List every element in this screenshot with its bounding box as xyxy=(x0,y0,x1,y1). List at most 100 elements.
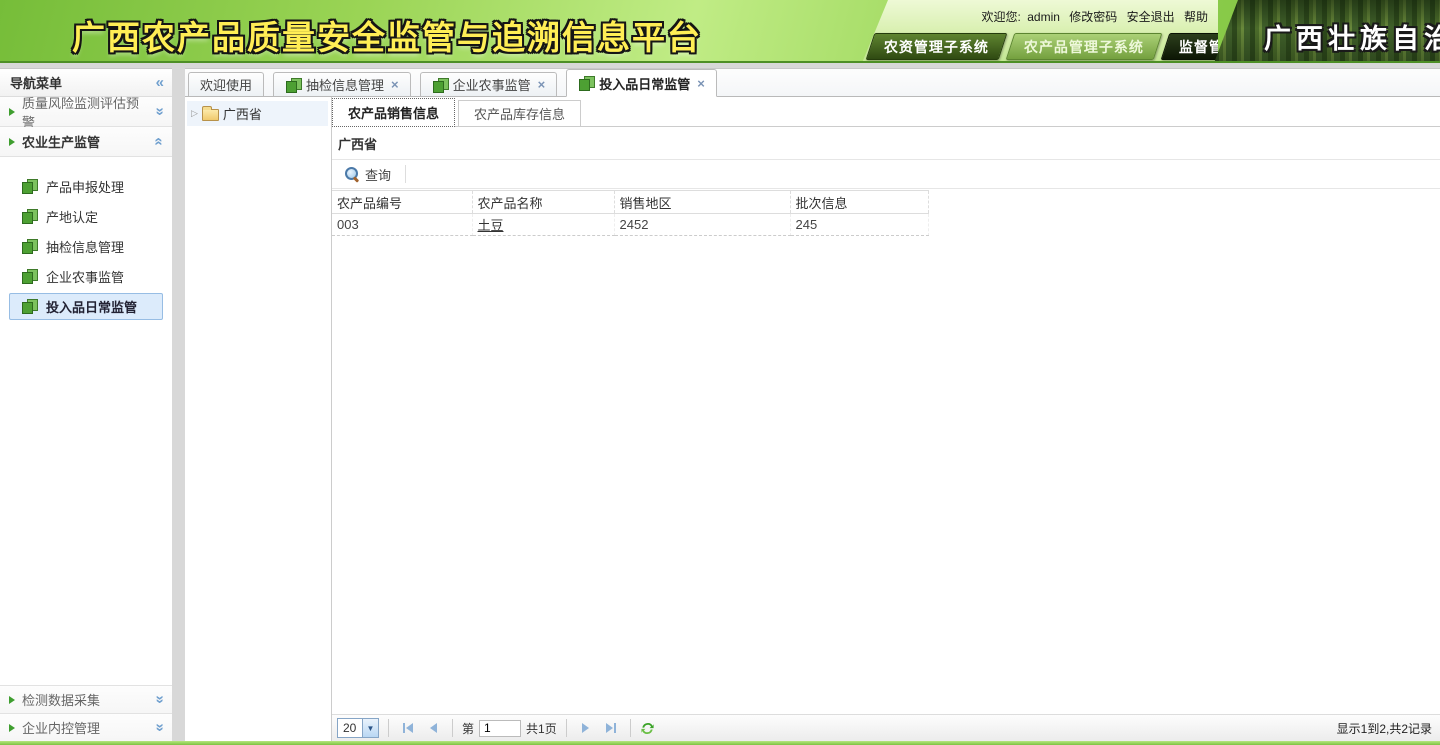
subtab-label: 农产品库存信息 xyxy=(474,104,565,123)
subsystem-label: 农产品管理子系统 xyxy=(1024,37,1144,57)
page-prefix-label: 第 xyxy=(462,720,474,737)
tree-node-label: 广西省 xyxy=(223,104,262,123)
subtab-stock-info[interactable]: 农产品库存信息 xyxy=(458,100,581,126)
sidebar-item-origin-certification[interactable]: 产地认定 xyxy=(9,203,163,230)
book-icon xyxy=(21,179,38,194)
help-link[interactable]: 帮助 xyxy=(1184,10,1208,24)
subsystem-label: 农资管理子系统 xyxy=(884,37,989,57)
pager-separator xyxy=(566,719,567,737)
username: admin xyxy=(1027,10,1060,24)
refresh-button[interactable] xyxy=(640,721,655,736)
logout-link[interactable]: 安全退出 xyxy=(1127,10,1175,24)
chevron-double-up-icon[interactable]: « xyxy=(151,137,166,145)
chevron-double-down-icon[interactable]: « xyxy=(151,695,166,703)
arrow-right-icon xyxy=(9,108,15,116)
first-page-icon xyxy=(403,723,405,733)
collapse-sidebar-icon[interactable]: « xyxy=(156,75,164,90)
pager-separator xyxy=(388,719,389,737)
column-header-code[interactable]: 农产品编号 xyxy=(332,191,472,214)
close-icon[interactable]: × xyxy=(538,77,546,92)
close-icon[interactable]: × xyxy=(391,77,399,92)
sidebar-item-label: 投入品日常监管 xyxy=(46,297,137,316)
triangle-left-icon xyxy=(430,723,437,733)
arrow-right-icon xyxy=(9,696,15,704)
main-tabbar: 欢迎使用 抽检信息管理 × 企业农事监管 × 投入品日常监管 × xyxy=(185,69,1440,97)
prev-page-button[interactable] xyxy=(423,718,443,738)
tab-label: 欢迎使用 xyxy=(200,75,252,94)
header-right-panel: 欢迎您: admin 修改密码 安全退出 帮助 农资管理子系统 农产品管理子系统… xyxy=(862,0,1218,63)
app-title: 广西农产品质量安全监管与追溯信息平台 xyxy=(72,11,702,59)
chevron-down-icon[interactable]: ▼ xyxy=(362,719,378,737)
column-header-area[interactable]: 销售地区 xyxy=(614,191,790,214)
toolbar-separator xyxy=(405,165,406,183)
chevron-double-down-icon[interactable]: « xyxy=(151,723,166,731)
arrow-right-icon xyxy=(9,138,15,146)
app-header: 广西农产品质量安全监管与追溯信息平台 欢迎您: admin 修改密码 安全退出 … xyxy=(0,0,1440,63)
cell-code: 003 xyxy=(332,214,472,236)
accordion-label: 农业生产监管 xyxy=(22,132,148,151)
folder-icon xyxy=(202,109,219,121)
book-icon xyxy=(578,76,594,90)
accordion-label: 质量风险监测评估预警 xyxy=(22,93,148,131)
page-number-input[interactable] xyxy=(479,720,521,737)
sidebar-menu-list: 产品申报处理 产地认定 抽检信息管理 企业农事监管 投入品日常监管 xyxy=(0,157,172,685)
refresh-icon xyxy=(640,721,655,736)
cell-area: 2452 xyxy=(614,214,790,236)
bottom-green-strip xyxy=(0,741,1440,745)
tree-expander-icon[interactable]: ▷ xyxy=(191,109,198,118)
product-name-link[interactable]: 土豆 xyxy=(478,218,504,233)
sidebar-splitter[interactable] xyxy=(172,68,185,741)
subsystem-nongchanpin-button[interactable]: 农产品管理子系统 xyxy=(1006,33,1163,60)
sidebar-item-input-supervision[interactable]: 投入品日常监管 xyxy=(9,293,163,320)
tab-label: 企业农事监管 xyxy=(453,75,531,94)
query-button-label: 查询 xyxy=(365,165,391,184)
detail-panel: 农产品销售信息 农产品库存信息 广西省 查询 农产品编号 xyxy=(331,97,1440,741)
tab-label: 抽检信息管理 xyxy=(306,75,384,94)
welcome-label: 欢迎您: xyxy=(982,10,1021,24)
last-page-button[interactable] xyxy=(601,718,621,738)
tree-node-guangxi[interactable]: ▷ 广西省 xyxy=(187,101,328,126)
next-page-button[interactable] xyxy=(576,718,596,738)
pager-separator xyxy=(452,719,453,737)
close-icon[interactable]: × xyxy=(697,76,705,91)
sidebar-item-product-declaration[interactable]: 产品申报处理 xyxy=(9,173,163,200)
region-banner-text: 广西壮族自治区 xyxy=(1264,17,1440,56)
tab-welcome[interactable]: 欢迎使用 xyxy=(188,72,264,96)
sidebar-item-label: 抽检信息管理 xyxy=(46,237,124,256)
triangle-left-icon xyxy=(406,723,413,733)
sidebar-item-label: 产地认定 xyxy=(46,207,98,226)
subsystem-nongzi-button[interactable]: 农资管理子系统 xyxy=(866,33,1008,60)
accordion-detection-data[interactable]: 检测数据采集 « xyxy=(0,685,172,713)
cell-name: 土豆 xyxy=(472,214,614,236)
page-total-label: 共1页 xyxy=(526,720,557,737)
cell-batch: 245 xyxy=(790,214,928,236)
accordion-internal-control[interactable]: 企业内控管理 « xyxy=(0,713,172,741)
subtab-sales-info[interactable]: 农产品销售信息 xyxy=(332,98,455,127)
change-password-link[interactable]: 修改密码 xyxy=(1069,10,1117,24)
tab-label: 投入品日常监管 xyxy=(599,74,690,93)
region-title: 广西省 xyxy=(332,127,1440,160)
pagination-bar: 20 ▼ 第 共1页 xyxy=(332,714,1440,741)
book-icon xyxy=(21,299,38,314)
column-header-batch[interactable]: 批次信息 xyxy=(790,191,928,214)
column-header-name[interactable]: 农产品名称 xyxy=(472,191,614,214)
query-button[interactable]: 查询 xyxy=(337,162,398,187)
sidebar-item-sampling-info[interactable]: 抽检信息管理 xyxy=(9,233,163,260)
record-count-summary: 显示1到2,共2记录 xyxy=(1337,720,1432,737)
tab-farming-supervision[interactable]: 企业农事监管 × xyxy=(420,72,558,96)
tab-sampling-info[interactable]: 抽检信息管理 × xyxy=(273,72,411,96)
page-size-select[interactable]: 20 ▼ xyxy=(337,718,379,738)
table-row[interactable]: 003 土豆 2452 245 xyxy=(332,214,928,236)
chevron-double-down-icon[interactable]: « xyxy=(151,107,166,115)
page-size-value: 20 xyxy=(338,719,362,737)
sidebar-item-farming-supervision[interactable]: 企业农事监管 xyxy=(9,263,163,290)
first-page-button[interactable] xyxy=(398,718,418,738)
book-icon xyxy=(21,269,38,284)
tab-input-supervision[interactable]: 投入品日常监管 × xyxy=(566,69,717,97)
accordion-label: 检测数据采集 xyxy=(22,690,148,709)
last-page-icon xyxy=(614,723,616,733)
accordion-agri-production[interactable]: 农业生产监管 « xyxy=(0,127,172,157)
subsystem-switcher: 农资管理子系统 农产品管理子系统 监督管理 xyxy=(870,33,1253,60)
detail-subtabbar: 农产品销售信息 农产品库存信息 xyxy=(332,97,1440,127)
accordion-risk-monitor[interactable]: 质量风险监测评估预警 « xyxy=(0,97,172,127)
